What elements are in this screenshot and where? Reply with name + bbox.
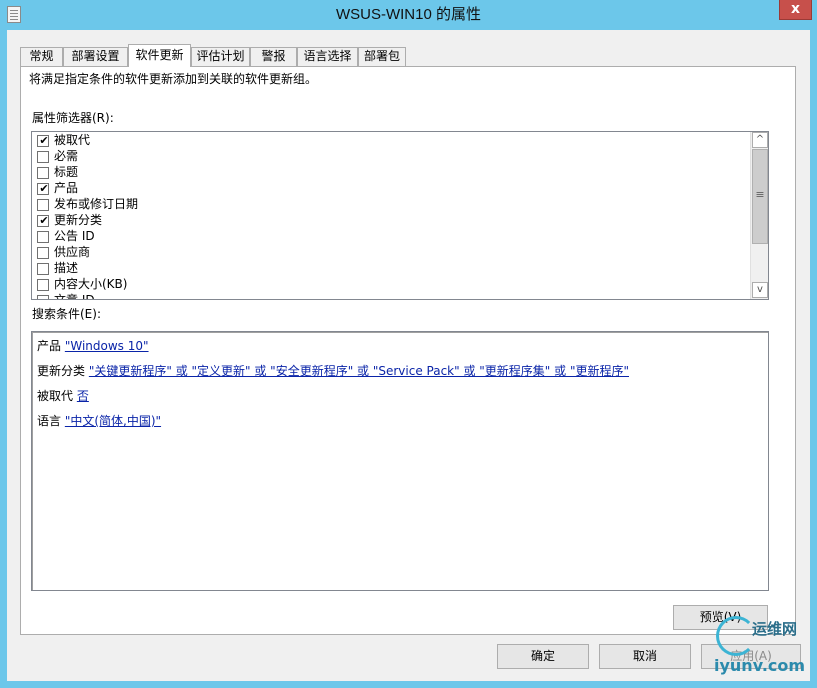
criteria-line: 语言 "中文(简体,中国)" [37,412,161,429]
tab-evaluation-schedule[interactable]: 评估计划 [191,47,250,66]
criteria-value-link[interactable]: "关键更新程序" 或 "定义更新" 或 "安全更新程序" 或 "Service … [89,364,629,378]
filter-checkbox[interactable]: ✔ [37,182,49,195]
criteria-line: 被取代 否 [37,387,89,404]
filter-items: ✔ 被取代必需标题 ✔ 产品发布或修订日期 ✔ 更新分类公告 ID 供应商描述内容大小(KB… [32,132,750,299]
scroll-down-icon[interactable]: v [752,282,768,298]
tab-alerts[interactable]: 警报 [250,47,297,66]
filter-item-label: 文章 ID [54,293,95,299]
site-watermark: 运维网 iyunv.com [706,606,816,686]
criteria-value-link[interactable]: "Windows 10" [65,339,149,353]
filter-item-label: 更新分类 [54,213,103,227]
close-button[interactable]: x [779,0,812,20]
properties-dialog: WSUS-WIN10 的属性 x 常规 部署设置 软件更新 评估计划 警报 语言… [0,0,817,688]
tab-software-updates[interactable]: 软件更新 [128,44,191,67]
filter-checkbox[interactable]: ✔ [37,134,49,147]
watermark-text-bottom: iyunv.com [714,656,806,675]
filter-item-label: 产品 [54,181,79,195]
filter-item-label: 发布或修订日期 [54,197,139,211]
filter-checkbox[interactable] [37,231,49,243]
filter-item-label: 公告 ID [54,229,95,243]
filter-checkbox[interactable] [37,199,49,211]
watermark-text-top: 运维网 [752,620,798,638]
dialog-client: 常规 部署设置 软件更新 评估计划 警报 语言选择 部署包 将满足指定条件的软件… [7,30,810,681]
filter-item-label: 内容大小(KB) [54,277,128,291]
filter-item-label: 描述 [54,261,79,275]
filter-item-label: 必需 [54,149,79,163]
ok-button[interactable]: 确定 [497,644,589,669]
scroll-thumb[interactable]: ≡ [752,149,768,244]
tab-language-selection[interactable]: 语言选择 [297,47,358,66]
software-updates-panel: 将满足指定条件的软件更新添加到关联的软件更新组。 属性筛选器(R): ✔ 被取代必… [20,66,796,635]
filter-checkbox[interactable]: ✔ [37,214,49,227]
filter-item-label: 供应商 [54,245,91,259]
checkmark-icon: ✔ [39,134,49,147]
scroll-up-icon[interactable]: ^ [752,132,768,148]
criteria-line: 产品 "Windows 10" [37,337,149,354]
filter-checkbox[interactable] [37,167,49,179]
tab-deployment-package[interactable]: 部署包 [358,47,406,66]
search-criteria-box: 产品 "Windows 10" 更新分类 "关键更新程序" 或 "定义更新" 或 … [31,331,769,591]
checkmark-icon: ✔ [39,214,49,227]
criteria-value-link[interactable]: "中文(简体,中国)" [65,414,161,428]
tab-general[interactable]: 常规 [20,47,63,66]
filter-checkbox[interactable] [37,279,49,291]
filter-checkbox[interactable] [37,151,49,163]
filter-item-label: 被取代 [54,133,91,147]
checkmark-icon: ✔ [39,182,49,195]
title-bar: WSUS-WIN10 的属性 x [0,0,817,30]
filter-item-label: 标题 [54,165,79,179]
criteria-property: 语言 [37,414,62,428]
criteria-property: 被取代 [37,389,74,403]
panel-description: 将满足指定条件的软件更新添加到关联的软件更新组。 [29,72,318,86]
cancel-button[interactable]: 取消 [599,644,691,669]
property-filter-label: 属性筛选器(R): [32,111,114,125]
close-icon[interactable]: x [780,0,811,19]
filter-list-scrollbar[interactable]: ^ ≡ v [750,132,768,299]
filter-checkbox[interactable] [37,263,49,275]
filter-checkbox[interactable] [37,247,49,259]
criteria-value-link[interactable]: 否 [77,389,89,403]
filter-checkbox[interactable] [37,295,49,299]
property-filter-list[interactable]: ✔ 被取代必需标题 ✔ 产品发布或修订日期 ✔ 更新分类公告 ID 供应商描述内容大小(KB… [31,131,769,300]
criteria-line: 更新分类 "关键更新程序" 或 "定义更新" 或 "安全更新程序" 或 "Ser… [37,362,629,379]
tab-deployment-settings[interactable]: 部署设置 [63,47,128,66]
criteria-property: 产品 [37,339,62,353]
criteria-property: 更新分类 [37,364,86,378]
window-title: WSUS-WIN10 的属性 [335,6,481,23]
search-criteria-label: 搜索条件(E): [32,307,101,321]
watermark-logo-icon [716,616,756,656]
